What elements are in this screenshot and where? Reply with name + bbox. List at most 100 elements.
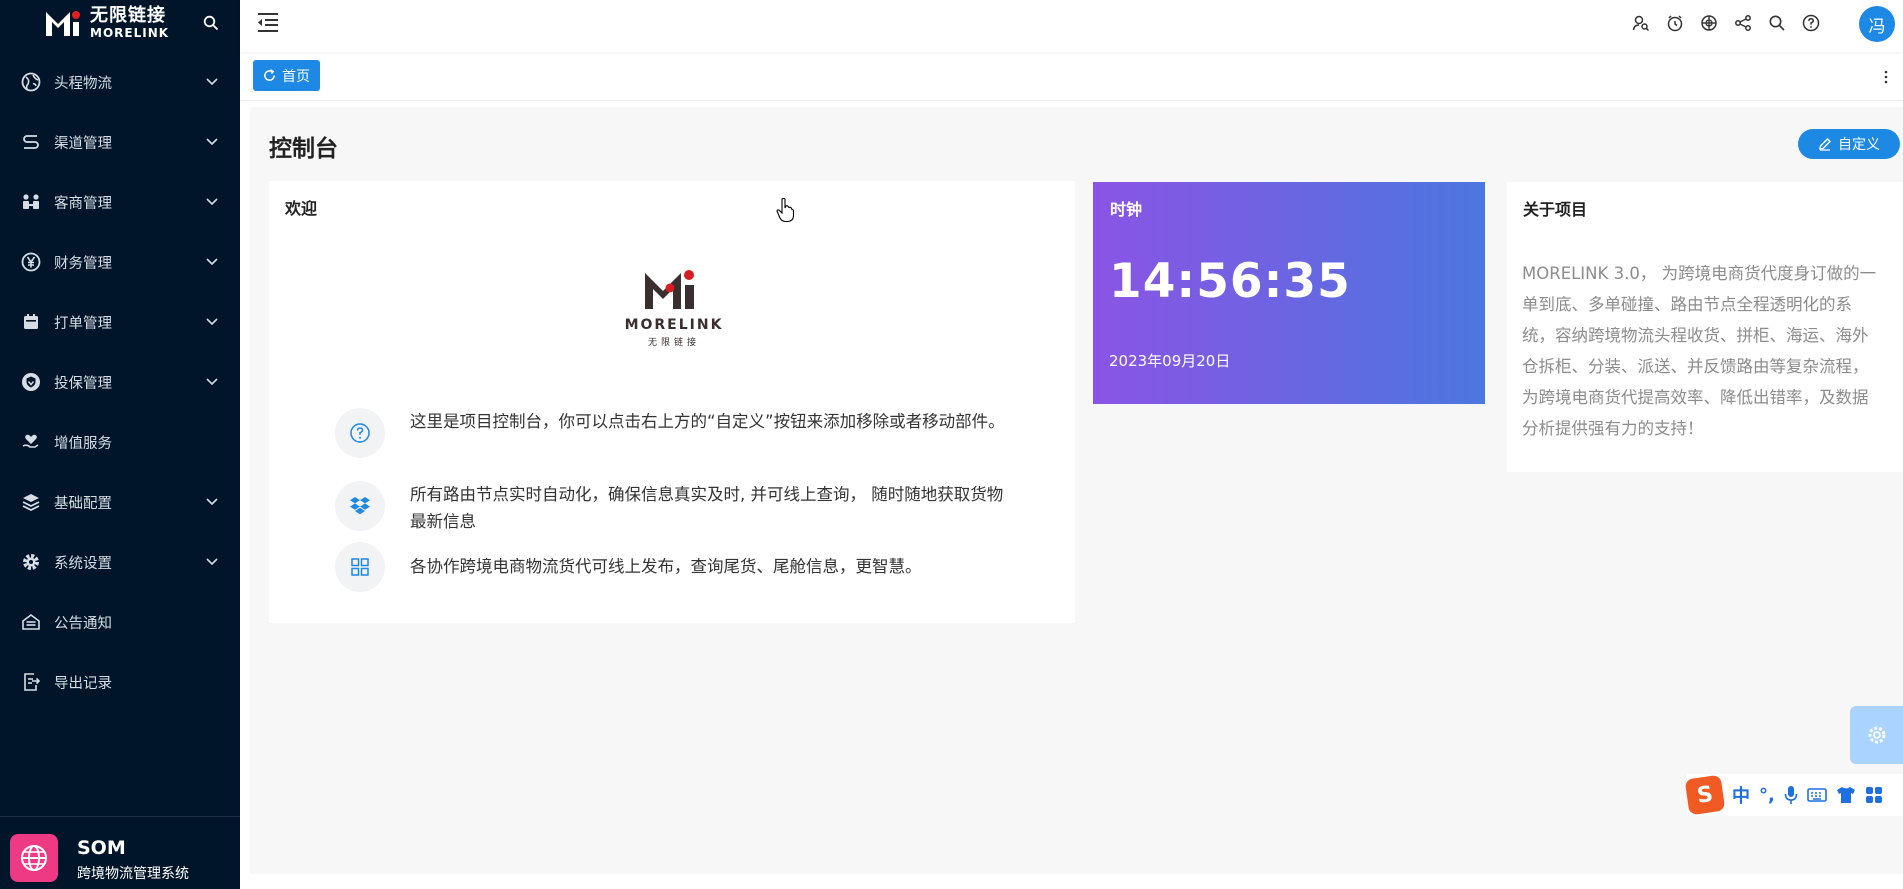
app-name: SOM: [77, 837, 126, 859]
sidebar-item-basic-config[interactable]: 基础配置: [0, 472, 240, 532]
ime-logo[interactable]: S: [1684, 774, 1726, 816]
sidebar-item-label: 头程物流: [54, 75, 112, 92]
shield-icon: [20, 371, 42, 393]
calendar-icon: [20, 311, 42, 333]
sidebar-item-label: 导出记录: [54, 675, 112, 692]
heart-hand-icon: [20, 431, 42, 453]
grid-icon: [335, 542, 385, 592]
chevron-down-icon: [206, 558, 218, 566]
export-icon: [20, 671, 42, 693]
question-icon: [335, 408, 385, 458]
sidebar-item-finance-management[interactable]: 财务管理: [0, 232, 240, 292]
about-text: MORELINK 3.0， 为跨境电商货代度身订做的一单到底、多单碰撞、路由节点…: [1522, 264, 1877, 438]
search-icon[interactable]: [1766, 12, 1788, 34]
yen-icon: [20, 251, 42, 273]
globe-network-icon: [10, 834, 58, 882]
tip-text: 这里是项目控制台，你可以点击右上方的“自定义”按钮来添加移除或者移动部件。: [410, 412, 1005, 431]
sidebar-item-first-leg-logistics[interactable]: 头程物流: [0, 52, 240, 112]
help-icon[interactable]: [1800, 12, 1822, 34]
users-icon: [20, 191, 42, 213]
tabs-bar: 首页: [240, 54, 1903, 101]
shirt-icon[interactable]: [1836, 786, 1856, 804]
sidebar-item-label: 基础配置: [54, 495, 112, 512]
sidebar-menu: 头程物流 渠道管理 客商管理 财务管理 打单管理 投保管理 增值服务 基础配置 …: [0, 52, 240, 712]
dropbox-icon: [335, 481, 385, 531]
logo-wordmark: MORELINK: [625, 317, 724, 333]
chevron-down-icon: [206, 318, 218, 326]
chevron-down-icon: [206, 78, 218, 86]
tip-item: 所有路由节点实时自动化，确保信息真实及时, 并可线上查询， 随时随地获取货物最新…: [335, 481, 1010, 535]
brand-logo[interactable]: 无限链接 MORELINK: [44, 5, 174, 41]
sidebar-item-merchant-management[interactable]: 客商管理: [0, 172, 240, 232]
search-icon[interactable]: [203, 15, 219, 31]
app-subtitle: 跨境物流管理系统: [77, 866, 189, 882]
page-title: 控制台: [269, 136, 338, 162]
apps-grid-icon[interactable]: [1865, 786, 1883, 804]
share-icon[interactable]: [1732, 12, 1754, 34]
user-search-icon[interactable]: [1630, 12, 1652, 34]
sidebar-item-announcements[interactable]: 公告通知: [0, 592, 240, 652]
sidebar: 无限链接 MORELINK 头程物流 渠道管理 客商管理 财务管理 打单管理 投…: [0, 0, 240, 889]
microphone-icon[interactable]: [1784, 785, 1798, 805]
sidebar-item-label: 财务管理: [54, 255, 112, 272]
clock-face-icon[interactable]: [1664, 12, 1686, 34]
sidebar-item-label: 增值服务: [54, 435, 112, 452]
globe-grid-icon[interactable]: [1698, 12, 1720, 34]
sidebar-item-label: 打单管理: [54, 315, 112, 332]
user-avatar[interactable]: 冯: [1859, 6, 1895, 42]
tab-home[interactable]: 首页: [253, 60, 320, 91]
settings-fab[interactable]: [1850, 706, 1903, 764]
sidebar-item-order-printing[interactable]: 打单管理: [0, 292, 240, 352]
chevron-down-icon: [206, 498, 218, 506]
ime-punctuation-toggle[interactable]: °,: [1759, 785, 1775, 806]
hand-cursor-icon: [776, 197, 794, 223]
logo-subtitle: 无限链接: [648, 336, 700, 348]
chevron-down-icon: [206, 138, 218, 146]
more-vertical-icon[interactable]: [1883, 69, 1889, 85]
menu-collapse-icon[interactable]: [256, 10, 280, 34]
tab-home-label: 首页: [282, 68, 310, 85]
customize-button[interactable]: 自定义: [1798, 129, 1900, 159]
keyboard-icon[interactable]: [1807, 787, 1827, 803]
sidebar-item-label: 渠道管理: [54, 135, 112, 152]
globe-icon: [20, 71, 42, 93]
brand-name-en: MORELINK: [90, 26, 170, 40]
sidebar-item-export-records[interactable]: 导出记录: [0, 652, 240, 712]
clock-time: 14:56:35: [1109, 254, 1351, 309]
edit-icon: [1819, 138, 1831, 151]
app-switcher[interactable]: SOM 跨境物流管理系统: [0, 816, 240, 889]
layers-icon: [20, 491, 42, 513]
chevron-down-icon: [206, 258, 218, 266]
chevron-down-icon: [206, 198, 218, 206]
sidebar-item-insurance-management[interactable]: 投保管理: [0, 352, 240, 412]
about-title: 关于项目: [1523, 200, 1588, 219]
morelink-logo-icon: [46, 11, 80, 36]
ime-toolbar[interactable]: S 中 °,: [1684, 774, 1903, 816]
tip-text: 所有路由节点实时自动化，确保信息真实及时, 并可线上查询， 随时随地获取货物最新…: [410, 485, 1004, 531]
clock-title: 时钟: [1110, 200, 1143, 219]
sidebar-item-system-settings[interactable]: 系统设置: [0, 532, 240, 592]
tip-text: 各协作跨境电商物流货代可线上发布，查询尾货、尾舱信息，更智慧。: [410, 557, 922, 576]
top-header: 冯: [240, 0, 1903, 52]
clock-card: 时钟 14:56:35 2023年09月20日: [1093, 182, 1485, 404]
brand-name-cn: 无限链接: [90, 5, 166, 26]
clock-date: 2023年09月20日: [1109, 352, 1231, 370]
chevron-down-icon: [206, 378, 218, 386]
route-icon: [20, 131, 42, 153]
ime-lang-toggle[interactable]: 中: [1732, 782, 1750, 808]
gear-icon: [20, 551, 42, 573]
sidebar-item-label: 客商管理: [54, 195, 112, 212]
welcome-title: 欢迎: [285, 199, 318, 218]
morelink-logo: MORELINK 无限链接: [619, 261, 729, 351]
sidebar-item-channel-management[interactable]: 渠道管理: [0, 112, 240, 172]
sidebar-item-label: 公告通知: [54, 615, 112, 632]
inbox-icon: [20, 611, 42, 633]
refresh-icon[interactable]: [263, 69, 276, 82]
sidebar-item-label: 投保管理: [54, 375, 112, 392]
about-card: 关于项目 MORELINK 3.0， 为跨境电商货代度身订做的一单到底、多单碰撞…: [1507, 182, 1903, 472]
sidebar-item-label: 系统设置: [54, 555, 112, 572]
gear-icon: [1868, 726, 1885, 744]
tip-item: 这里是项目控制台，你可以点击右上方的“自定义”按钮来添加移除或者移动部件。: [335, 408, 1010, 458]
welcome-card: 欢迎 MORELINK 无限链接 这里是项目控制台，你可以点击右上方的“自定义”…: [269, 181, 1075, 623]
sidebar-item-value-added-services[interactable]: 增值服务: [0, 412, 240, 472]
